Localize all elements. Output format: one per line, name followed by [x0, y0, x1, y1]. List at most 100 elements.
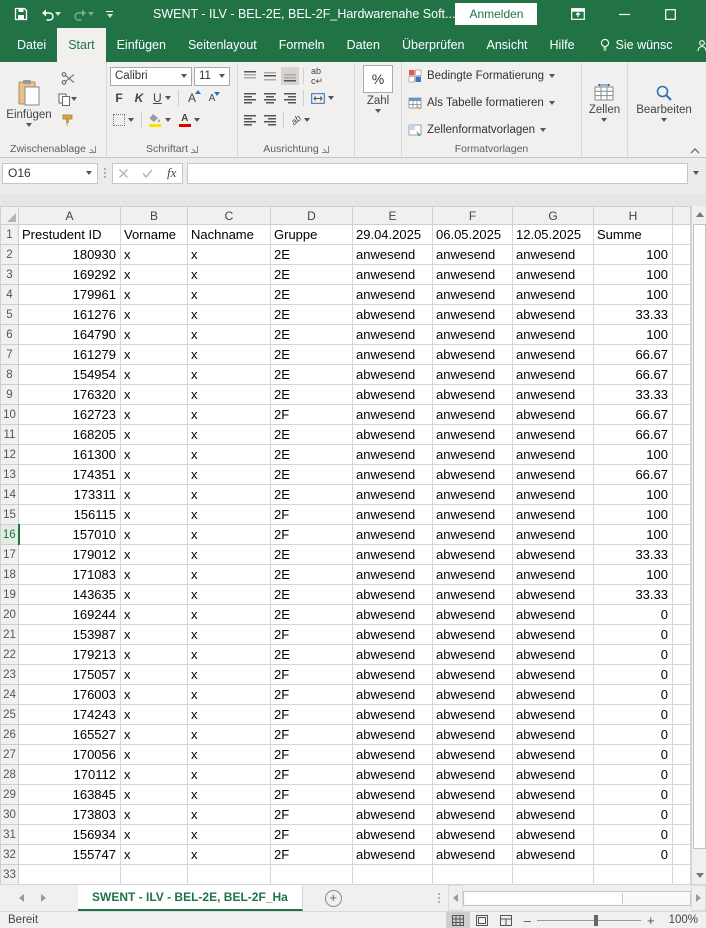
cell-F2[interactable]: anwesend — [433, 245, 513, 265]
cell-H17[interactable]: 33.33 — [594, 545, 673, 565]
cell-C9[interactable]: x — [188, 385, 271, 405]
decrease-indent-button[interactable] — [241, 111, 259, 129]
cell-A17[interactable]: 179012 — [19, 545, 121, 565]
cell-F7[interactable]: abwesend — [433, 345, 513, 365]
cell-D8[interactable]: 2E — [271, 365, 353, 385]
cell-partial-33[interactable] — [673, 865, 691, 885]
cell-A11[interactable]: 168205 — [19, 425, 121, 445]
row-header-5[interactable]: 5 — [1, 305, 19, 325]
align-center-button[interactable] — [261, 89, 279, 107]
col-header-partial[interactable] — [673, 207, 691, 225]
cell-H1[interactable]: Summe — [594, 225, 673, 245]
cell-partial-11[interactable] — [673, 425, 691, 445]
cell-H22[interactable]: 0 — [594, 645, 673, 665]
cell-C30[interactable]: x — [188, 805, 271, 825]
cell-C29[interactable]: x — [188, 785, 271, 805]
cell-E2[interactable]: anwesend — [353, 245, 433, 265]
cell-F27[interactable]: abwesend — [433, 745, 513, 765]
cell-H5[interactable]: 33.33 — [594, 305, 673, 325]
cell-E3[interactable]: anwesend — [353, 265, 433, 285]
cell-partial-13[interactable] — [673, 465, 691, 485]
cell-D2[interactable]: 2E — [271, 245, 353, 265]
cell-C4[interactable]: x — [188, 285, 271, 305]
cell-F8[interactable]: anwesend — [433, 365, 513, 385]
cell-A25[interactable]: 174243 — [19, 705, 121, 725]
cell-A14[interactable]: 173311 — [19, 485, 121, 505]
cell-E15[interactable]: anwesend — [353, 505, 433, 525]
cell-E33[interactable] — [353, 865, 433, 885]
normal-view-button[interactable] — [446, 912, 470, 928]
cell-G32[interactable]: abwesend — [513, 845, 594, 865]
cell-B18[interactable]: x — [121, 565, 188, 585]
cell-A4[interactable]: 179961 — [19, 285, 121, 305]
cell-D25[interactable]: 2F — [271, 705, 353, 725]
cell-G12[interactable]: anwesend — [513, 445, 594, 465]
cell-A13[interactable]: 174351 — [19, 465, 121, 485]
row-header-31[interactable]: 31 — [1, 825, 19, 845]
cell-B25[interactable]: x — [121, 705, 188, 725]
cell-H32[interactable]: 0 — [594, 845, 673, 865]
cell-D7[interactable]: 2E — [271, 345, 353, 365]
row-header-18[interactable]: 18 — [1, 565, 19, 585]
cell-D27[interactable]: 2F — [271, 745, 353, 765]
cell-A9[interactable]: 176320 — [19, 385, 121, 405]
align-middle-button[interactable] — [261, 67, 279, 85]
cell-G18[interactable]: anwesend — [513, 565, 594, 585]
cell-C32[interactable]: x — [188, 845, 271, 865]
cell-D32[interactable]: 2F — [271, 845, 353, 865]
cell-E6[interactable]: anwesend — [353, 325, 433, 345]
row-header-1[interactable]: 1 — [1, 225, 19, 245]
row-header-12[interactable]: 12 — [1, 445, 19, 465]
sheet-bar-divider[interactable] — [432, 897, 446, 899]
cell-E7[interactable]: anwesend — [353, 345, 433, 365]
cell-D5[interactable]: 2E — [271, 305, 353, 325]
cell-H28[interactable]: 0 — [594, 765, 673, 785]
cell-H33[interactable] — [594, 865, 673, 885]
cell-G5[interactable]: abwesend — [513, 305, 594, 325]
cell-H21[interactable]: 0 — [594, 625, 673, 645]
cell-G20[interactable]: abwesend — [513, 605, 594, 625]
cell-C19[interactable]: x — [188, 585, 271, 605]
cell-C8[interactable]: x — [188, 365, 271, 385]
cell-B7[interactable]: x — [121, 345, 188, 365]
cell-F17[interactable]: abwesend — [433, 545, 513, 565]
cell-B27[interactable]: x — [121, 745, 188, 765]
cell-partial-7[interactable] — [673, 345, 691, 365]
row-header-33[interactable]: 33 — [1, 865, 19, 885]
italic-button[interactable]: K — [130, 89, 148, 107]
cell-E14[interactable]: anwesend — [353, 485, 433, 505]
cell-A5[interactable]: 161276 — [19, 305, 121, 325]
tab-formeln[interactable]: Formeln — [268, 28, 336, 62]
zoom-slider[interactable] — [537, 920, 641, 921]
cell-E23[interactable]: abwesend — [353, 665, 433, 685]
cell-G14[interactable]: anwesend — [513, 485, 594, 505]
cell-partial-2[interactable] — [673, 245, 691, 265]
tab-ansicht[interactable]: Ansicht — [476, 28, 539, 62]
row-header-9[interactable]: 9 — [1, 385, 19, 405]
cell-H15[interactable]: 100 — [594, 505, 673, 525]
cell-B26[interactable]: x — [121, 725, 188, 745]
tab-daten[interactable]: Daten — [336, 28, 391, 62]
cell-partial-27[interactable] — [673, 745, 691, 765]
cell-E12[interactable]: anwesend — [353, 445, 433, 465]
cell-H30[interactable]: 0 — [594, 805, 673, 825]
font-color-button[interactable]: A — [176, 111, 203, 129]
cell-E16[interactable]: anwesend — [353, 525, 433, 545]
cell-partial-29[interactable] — [673, 785, 691, 805]
cell-partial-23[interactable] — [673, 665, 691, 685]
page-layout-button[interactable] — [470, 912, 494, 928]
cell-D11[interactable]: 2E — [271, 425, 353, 445]
cell-B6[interactable]: x — [121, 325, 188, 345]
cell-B17[interactable]: x — [121, 545, 188, 565]
enter-button[interactable] — [142, 169, 153, 178]
cell-C28[interactable]: x — [188, 765, 271, 785]
cell-E20[interactable]: abwesend — [353, 605, 433, 625]
cell-G27[interactable]: abwesend — [513, 745, 594, 765]
cell-H31[interactable]: 0 — [594, 825, 673, 845]
cell-G24[interactable]: abwesend — [513, 685, 594, 705]
row-header-20[interactable]: 20 — [1, 605, 19, 625]
minimize-button[interactable] — [601, 0, 647, 28]
cell-B20[interactable]: x — [121, 605, 188, 625]
cell-F24[interactable]: abwesend — [433, 685, 513, 705]
cell-B13[interactable]: x — [121, 465, 188, 485]
